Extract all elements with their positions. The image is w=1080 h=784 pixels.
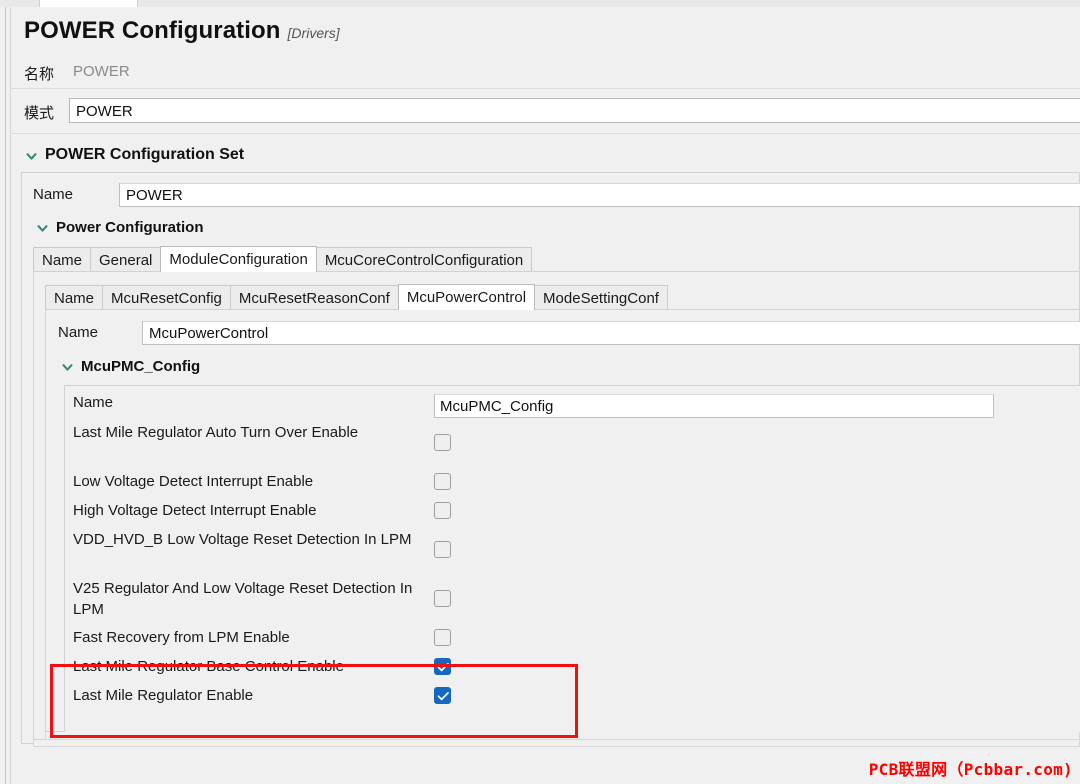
window-left-rail — [0, 0, 6, 784]
field-label-mode: 模式 — [24, 105, 55, 122]
tab-power-configuration-moduleconfiguration[interactable]: ModuleConfiguration — [160, 246, 317, 272]
page-title: POWER Configuration — [24, 17, 281, 44]
panel-bottom-edge-middle — [33, 740, 1080, 747]
panel-bottom-edge-inner — [45, 732, 1080, 740]
section-header-power-configuration-set[interactable]: POWER Configuration Set — [25, 145, 244, 165]
property-row: V25 Regulator And Low Voltage Reset Dete… — [65, 578, 1080, 622]
mode-input[interactable]: POWER — [69, 98, 1080, 123]
property-label: Last Mile Regulator Auto Turn Over Enabl… — [73, 424, 359, 441]
tab-power-configuration-filler — [531, 246, 1080, 272]
checkbox-unchecked[interactable] — [434, 541, 451, 558]
property-row: Name McuPMC_Config — [65, 392, 1080, 418]
watermark-text: PCB联盟网（Pcbbar.com) — [868, 760, 1073, 779]
row-name-mcupowercontrol: Name McuPowerControl — [58, 321, 1080, 348]
property-label: VDD_HVD_B Low Voltage Reset Detection In… — [73, 531, 412, 548]
property-row: Last Mile Regulator Base Control Enable — [65, 656, 1080, 682]
label-name-mcupowercontrol: Name — [58, 324, 99, 341]
active-editor-tab[interactable] — [39, 0, 138, 7]
page-title-wrapper: POWER Configuration [Drivers] — [24, 17, 340, 45]
property-label: High Voltage Detect Interrupt Enable — [73, 502, 317, 519]
section-title-power-configuration-set: POWER Configuration Set — [45, 146, 245, 163]
section-title-power-configuration: Power Configuration — [56, 218, 204, 236]
property-label: Last Mile Regulator Enable — [73, 687, 254, 704]
divider-after-name — [11, 88, 1080, 89]
tabbar-module-configuration[interactable]: Name McuResetConfig McuResetReasonConf McuP… — [45, 284, 1080, 310]
property-label: V25 Regulator And Low Voltage Reset Dete… — [73, 580, 413, 618]
checkbox-checked[interactable] — [434, 687, 451, 704]
property-label: Name — [73, 394, 114, 411]
label-name-power: Name — [33, 186, 74, 203]
checkbox-unchecked[interactable] — [434, 629, 451, 646]
tab-module-configuration-mcuresetconfig[interactable]: McuResetConfig — [102, 285, 231, 310]
property-control-cell — [434, 541, 451, 558]
property-label: Last Mile Regulator Base Control Enable — [73, 658, 344, 675]
property-row: Low Voltage Detect Interrupt Enable — [65, 471, 1080, 497]
property-list-mcupmc-config: Name McuPMC_Config Last Mile Regulator Aut… — [64, 385, 1080, 734]
field-row-mode: 模式 POWER — [11, 98, 1080, 127]
row-name-power: Name POWER — [33, 183, 1080, 210]
checkbox-unchecked[interactable] — [434, 590, 451, 607]
tab-module-configuration-filler — [666, 284, 1080, 310]
chevron-down-icon[interactable] — [36, 222, 49, 235]
tab-module-configuration-mcupowercontrol[interactable]: McuPowerControl — [397, 284, 536, 310]
field-value-name: POWER — [73, 63, 130, 80]
page-subtitle: [Drivers] — [287, 25, 340, 41]
checkbox-unchecked[interactable] — [434, 473, 451, 490]
property-row: Fast Recovery from LPM Enable — [65, 627, 1080, 653]
editor-tab-strip — [0, 0, 1080, 7]
divider-after-mode — [11, 133, 1080, 134]
property-control-cell: McuPMC_Config — [434, 394, 994, 418]
checkbox-unchecked[interactable] — [434, 502, 451, 519]
property-label: Fast Recovery from LPM Enable — [73, 629, 290, 646]
property-row: VDD_HVD_B Low Voltage Reset Detection In… — [65, 529, 1080, 573]
checkbox-unchecked[interactable] — [434, 434, 451, 451]
property-row: Last Mile Regulator Enable — [65, 685, 1080, 711]
chevron-down-icon[interactable] — [25, 150, 38, 163]
input-name-power[interactable]: POWER — [119, 183, 1080, 207]
chevron-down-icon[interactable] — [61, 361, 74, 374]
section-title-mcupmc-config: McuPMC_Config — [81, 357, 201, 375]
property-row: High Voltage Detect Interrupt Enable — [65, 500, 1080, 526]
property-row: Last Mile Regulator Auto Turn Over Enabl… — [65, 422, 1080, 466]
property-control-cell — [434, 502, 451, 519]
field-label-name: 名称 — [24, 66, 55, 83]
tab-module-configuration-modesettingconf[interactable]: ModeSettingConf — [534, 285, 668, 310]
property-control-cell — [434, 658, 451, 675]
tab-power-configuration-name[interactable]: Name — [33, 247, 92, 272]
property-control-cell — [434, 434, 451, 451]
property-control-cell — [434, 687, 451, 704]
section-header-mcupmc-config[interactable]: McuPMC_Config — [61, 356, 200, 376]
tab-power-configuration-general[interactable]: General — [90, 247, 162, 272]
page-header: POWER Configuration [Drivers] — [11, 7, 1080, 57]
input-name-mcupowercontrol[interactable]: McuPowerControl — [142, 321, 1080, 345]
tab-module-configuration-mcuresetreasonconf[interactable]: McuResetReasonConf — [229, 285, 399, 310]
tabbar-power-configuration[interactable]: Name General ModuleConfiguration McuCoreCon… — [33, 246, 1080, 272]
property-text-input[interactable]: McuPMC_Config — [434, 394, 994, 418]
property-control-cell — [434, 473, 451, 490]
property-label: Low Voltage Detect Interrupt Enable — [73, 473, 314, 490]
section-header-power-configuration[interactable]: Power Configuration — [36, 217, 204, 237]
property-control-cell — [434, 590, 451, 607]
tab-power-configuration-mcucorecontrolconfiguration[interactable]: McuCoreControlConfiguration — [315, 247, 533, 272]
field-row-name: 名称 POWER — [11, 59, 1080, 88]
tab-module-configuration-name[interactable]: Name — [45, 285, 104, 310]
checkbox-checked[interactable] — [434, 658, 451, 675]
property-control-cell — [434, 629, 451, 646]
